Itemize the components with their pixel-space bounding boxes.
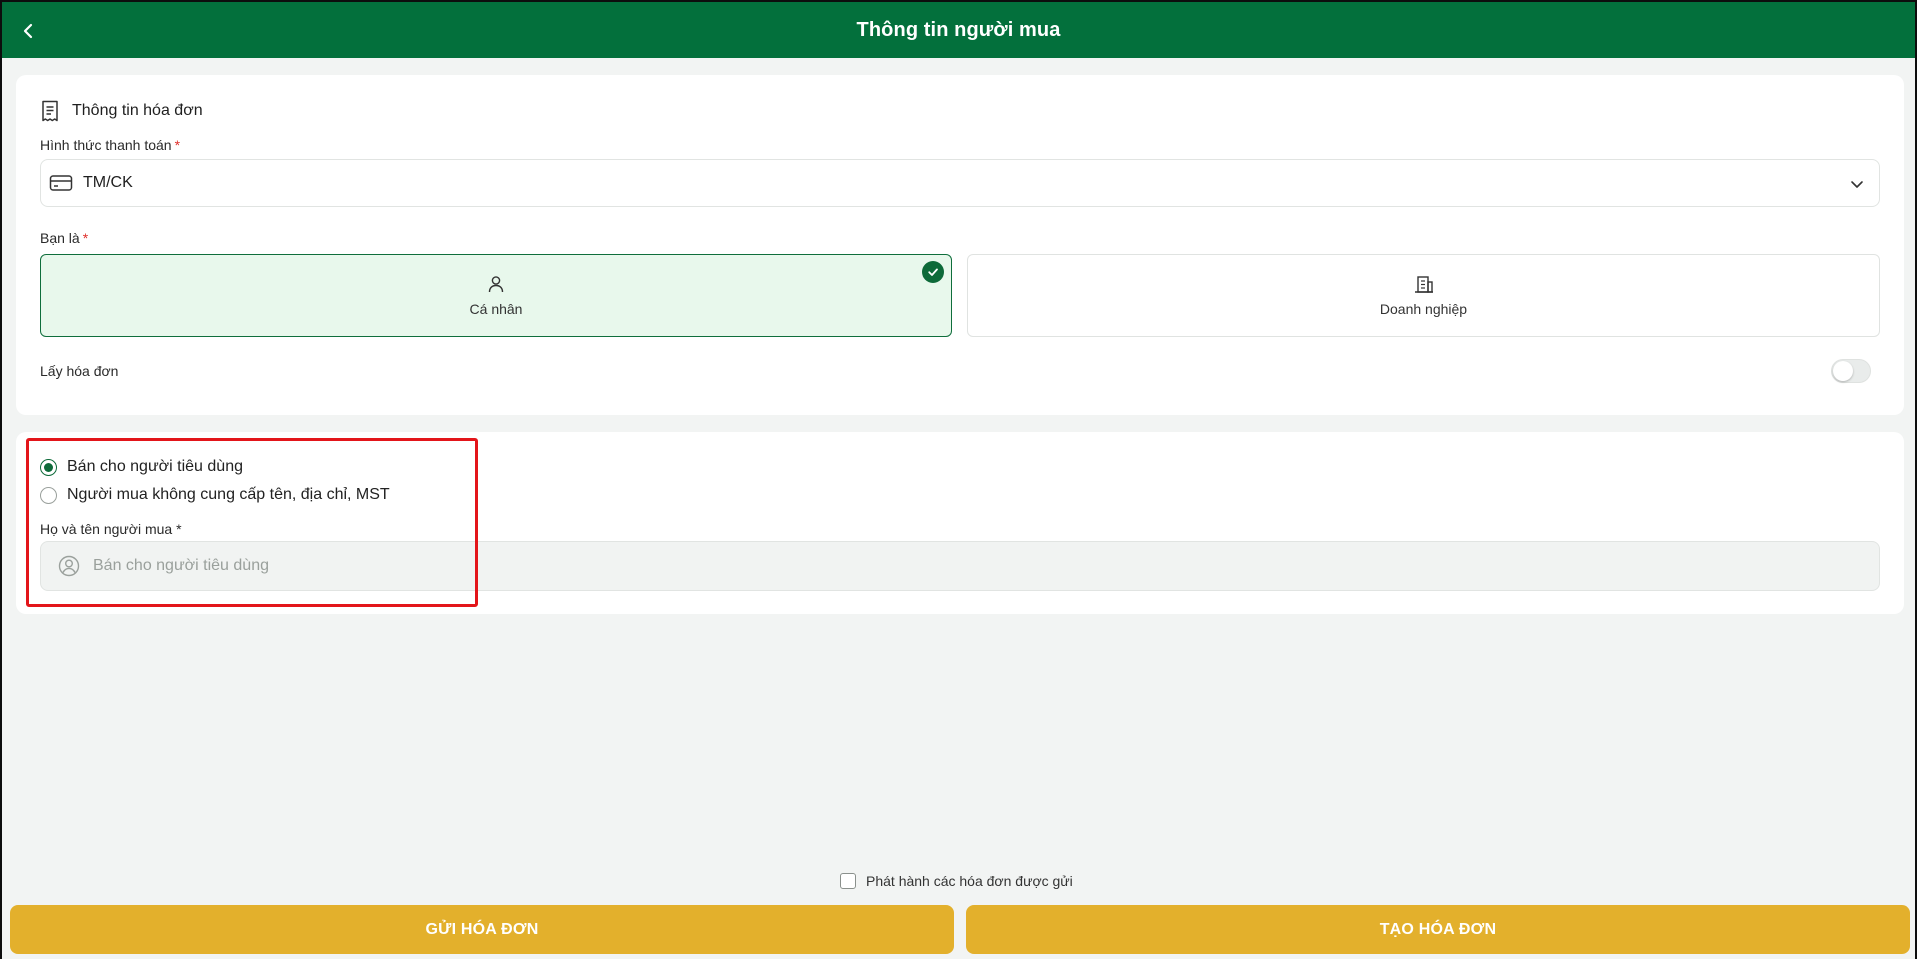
- radio-button-unchecked[interactable]: [40, 486, 57, 504]
- check-icon: [922, 261, 944, 283]
- option-personal-label: Cá nhân: [469, 300, 523, 317]
- issue-invoices-checkbox[interactable]: [840, 873, 856, 889]
- radio-anonymous-buyer[interactable]: Người mua không cung cấp tên, địa chỉ, M…: [40, 486, 390, 504]
- radio-anonymous-label: Người mua không cung cấp tên, địa chỉ, M…: [67, 486, 390, 503]
- radio-consumer[interactable]: Bán cho người tiêu dùng: [40, 458, 243, 476]
- required-mark: *: [174, 137, 181, 153]
- create-invoice-button[interactable]: TẠO HÓA ĐƠN: [966, 905, 1910, 954]
- toggle-knob: [1833, 361, 1853, 381]
- chevron-down-icon: [1845, 172, 1869, 196]
- window-edge-left: [0, 0, 2, 959]
- buyer-name-input[interactable]: [93, 557, 1793, 575]
- payment-method-label-text: Hình thức thanh toán: [40, 137, 172, 153]
- payment-method-value: TM/CK: [83, 174, 133, 191]
- send-invoice-button[interactable]: GỬI HÓA ĐƠN: [10, 905, 954, 954]
- payment-method-label: Hình thức thanh toán *: [40, 137, 180, 153]
- buyer-info-card: Bán cho người tiêu dùng Người mua không …: [16, 432, 1904, 614]
- issue-invoices-checkbox-row[interactable]: Phát hành các hóa đơn được gửi: [840, 872, 1073, 890]
- required-mark: *: [82, 230, 89, 246]
- option-business-label: Doanh nghiệp: [1379, 300, 1468, 317]
- option-business[interactable]: Doanh nghiệp: [967, 254, 1880, 337]
- back-button[interactable]: [16, 19, 40, 43]
- you-are-label: Bạn là *: [40, 230, 88, 246]
- credit-card-icon: [49, 171, 73, 195]
- payment-method-select[interactable]: TM/CK: [40, 159, 1880, 207]
- issue-invoices-label: Phát hành các hóa đơn được gửi: [866, 873, 1073, 889]
- user-circle-icon: [57, 554, 81, 578]
- radio-consumer-label: Bán cho người tiêu dùng: [67, 458, 243, 475]
- get-invoice-label: Lấy hóa đơn: [40, 363, 119, 379]
- buyer-name-label: Họ và tên người mua *: [40, 521, 182, 537]
- chevron-left-icon: [23, 23, 33, 39]
- get-invoice-toggle[interactable]: [1831, 359, 1871, 383]
- radio-button-checked[interactable]: [40, 458, 57, 476]
- top-bar: Thông tin người mua: [0, 0, 1917, 58]
- buyer-name-field[interactable]: [40, 541, 1880, 591]
- receipt-icon: [42, 100, 58, 122]
- building-icon: [1414, 275, 1433, 293]
- you-are-label-text: Bạn là: [40, 230, 80, 246]
- option-personal[interactable]: Cá nhân: [40, 254, 952, 337]
- invoice-section-header: Thông tin hóa đơn: [40, 99, 203, 123]
- invoice-section-title: Thông tin hóa đơn: [72, 102, 203, 119]
- invoice-info-card: Thông tin hóa đơn Hình thức thanh toán * …: [16, 75, 1904, 415]
- user-icon: [488, 275, 504, 292]
- page-title: Thông tin người mua: [856, 18, 1061, 41]
